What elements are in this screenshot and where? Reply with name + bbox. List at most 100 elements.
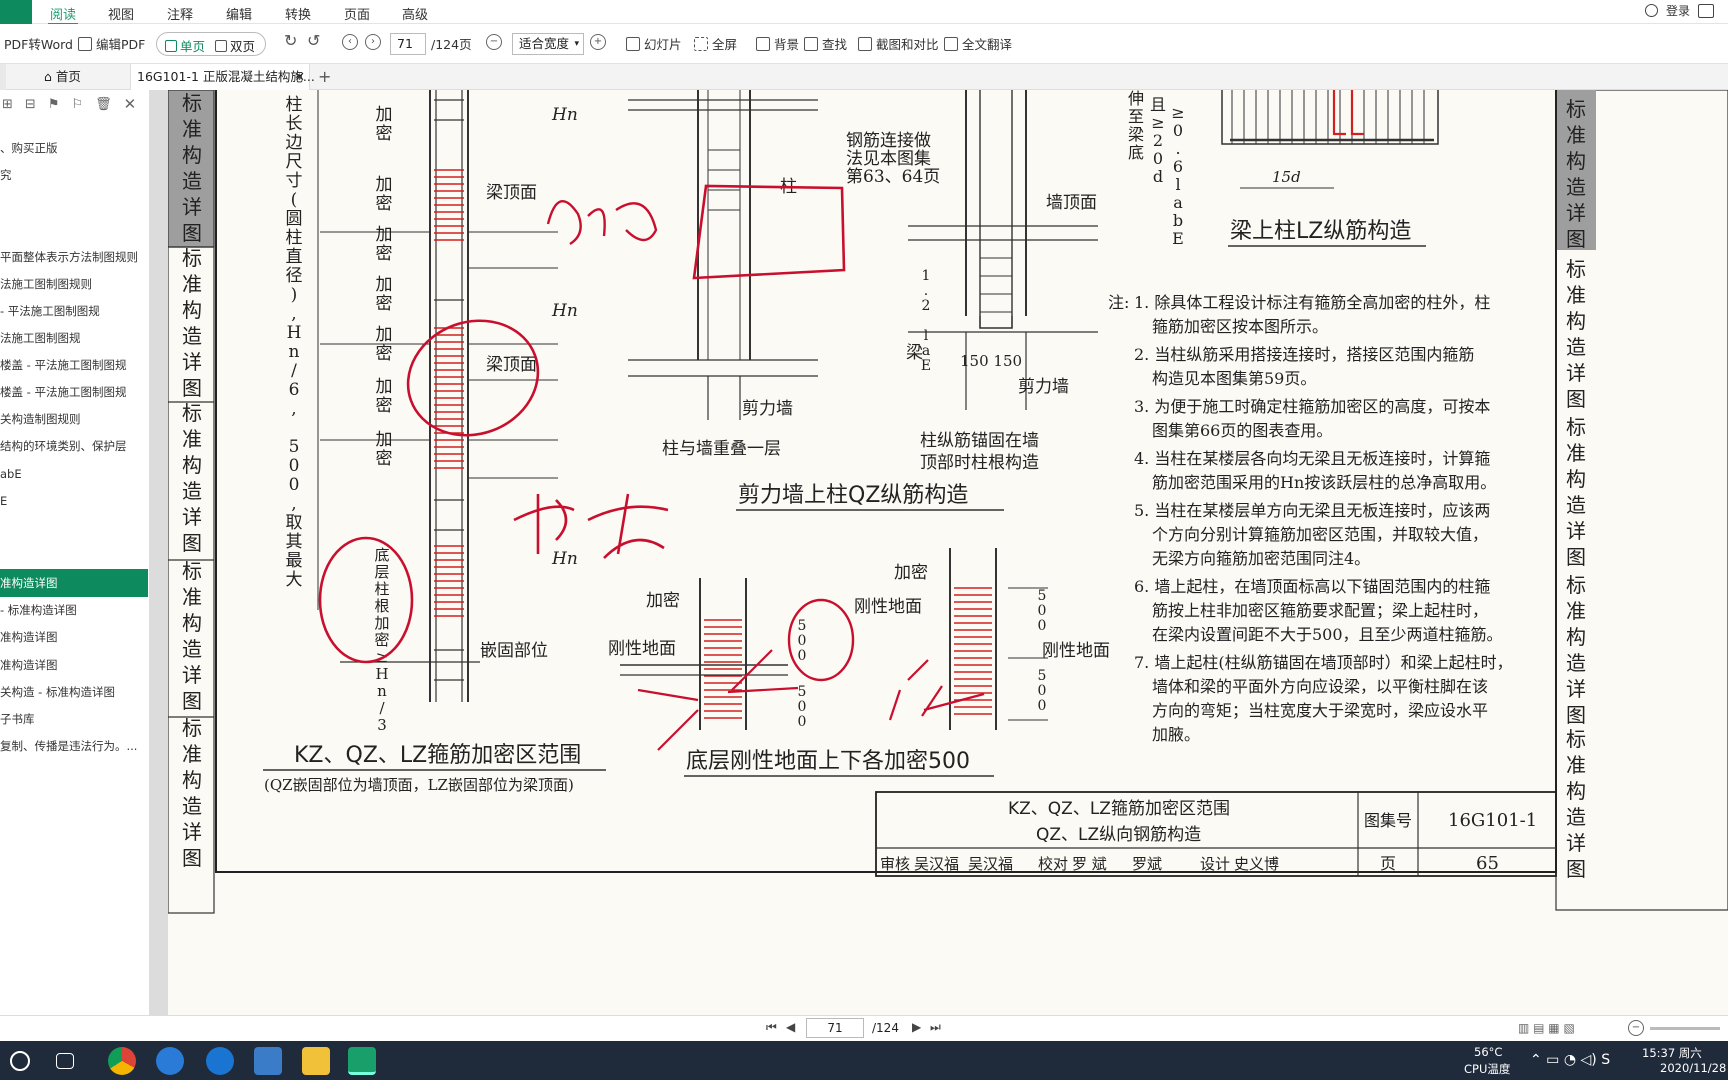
toc-item[interactable]: - 标准构造详图: [0, 596, 148, 624]
beam-top-label: 梁顶面: [486, 355, 537, 375]
login-area[interactable]: 登录: [1644, 2, 1714, 19]
toc-item[interactable]: 平面整体表示方法制图规则: [0, 243, 148, 271]
toc-item[interactable]: 、购买正版: [0, 134, 148, 162]
bookmark-add-icon[interactable]: ⚑: [48, 97, 60, 112]
prev-page-icon[interactable]: ◀: [786, 1020, 795, 1034]
slideshow-button[interactable]: 幻灯片: [626, 34, 682, 53]
zoom-in-button[interactable]: +: [590, 34, 606, 50]
vertical-char: 图: [182, 846, 202, 870]
minimize-icon[interactable]: [1698, 3, 1714, 18]
vertical-char: 寸: [286, 171, 303, 191]
toc-item[interactable]: 结构的环境类别、保护层: [0, 432, 148, 460]
collapse-icon[interactable]: ⊟: [25, 97, 36, 112]
toc-item[interactable]: 法施工图制图规则: [0, 270, 148, 298]
note-line: 在梁内设置间距不大于500，且至少两道柱箍筋。: [1152, 625, 1503, 644]
menu-tab-advanced[interactable]: 高级: [402, 4, 428, 23]
plus-icon: +: [590, 34, 606, 50]
vertical-char: 构: [182, 298, 202, 322]
toc-item[interactable]: 关构造制图规则: [0, 405, 148, 433]
translate-button[interactable]: 全文翻译: [944, 34, 1012, 53]
ie-icon[interactable]: [206, 1047, 234, 1075]
menu-tab-convert[interactable]: 转换: [285, 4, 311, 23]
next-page-icon[interactable]: ▶: [912, 1020, 921, 1034]
vertical-char: .: [924, 283, 928, 299]
vertical-char: 密: [376, 124, 393, 144]
last-page-icon[interactable]: ⏭: [930, 1020, 941, 1035]
vertical-char: 底: [1128, 143, 1144, 162]
vertical-char: 造: [182, 169, 202, 193]
rotate-ccw-icon[interactable]: ↺: [307, 31, 320, 50]
toc-item[interactable]: 关构造 - 标准构造详图: [0, 678, 148, 706]
toc-item[interactable]: 准构造详图: [0, 569, 148, 597]
new-tab-button[interactable]: +: [318, 64, 331, 90]
vertical-char: 5: [1038, 668, 1047, 684]
app-menu-button[interactable]: [0, 0, 32, 24]
prev-page-button[interactable]: ‹: [342, 34, 358, 50]
chrome-icon[interactable]: [108, 1047, 136, 1075]
toc-item[interactable]: abE: [0, 460, 148, 488]
close-icon[interactable]: ✕: [295, 64, 305, 90]
compare-button[interactable]: 截图和对比: [858, 34, 939, 53]
first-page-icon[interactable]: ⏮: [766, 1020, 777, 1035]
status-page-input[interactable]: 71: [806, 1018, 864, 1038]
zoom-out-button[interactable]: −: [486, 34, 502, 50]
note-line: 墙体和梁的平面外方向应设梁，以平衡柱脚在该: [1152, 677, 1488, 696]
bookmark-icon[interactable]: ⚐: [71, 97, 83, 112]
toc-item[interactable]: 楼盖 - 平法施工图制图规: [0, 378, 148, 406]
menu-tab-view[interactable]: 视图: [108, 4, 134, 23]
file-explorer-icon[interactable]: [302, 1047, 330, 1075]
jiami-label: 加密: [376, 105, 393, 144]
notes-heading: 注:: [1108, 293, 1129, 312]
toc-item[interactable]: 准构造详图: [0, 623, 148, 651]
double-page-button[interactable]: 双页: [215, 36, 255, 55]
toc-item[interactable]: 准构造详图: [0, 651, 148, 679]
login-link[interactable]: 登录: [1666, 2, 1690, 19]
view-mode-icons[interactable]: ▥ ▤ ▦ ▧: [1518, 1021, 1575, 1035]
menu-tab-page[interactable]: 页面: [344, 4, 370, 23]
dim-15d: 15d: [1272, 168, 1301, 186]
toc-item[interactable]: 子书库: [0, 705, 148, 733]
rigid-ground-label: 刚性地面: [1042, 641, 1110, 661]
expand-icon[interactable]: ⊞: [2, 97, 13, 112]
preview-app-icon[interactable]: [254, 1047, 282, 1075]
menu-tab-read[interactable]: 阅读: [47, 4, 79, 25]
toc-item[interactable]: - 平法施工图制图规: [0, 297, 148, 325]
single-page-icon: [165, 39, 177, 52]
pdf-app-icon[interactable]: [348, 1047, 376, 1075]
toc-item[interactable]: E: [0, 487, 148, 515]
vertical-char: 准: [1566, 753, 1586, 777]
toc-item[interactable]: 究: [0, 161, 148, 189]
delete-icon[interactable]: 🗑: [95, 97, 112, 112]
page-number-input[interactable]: 71: [390, 33, 426, 55]
find-button[interactable]: 查找: [804, 34, 847, 53]
column-wall-overlap-label: 柱与墙重叠一层: [662, 439, 781, 459]
toc-item[interactable]: 复制、传播是违法行为。...: [0, 732, 148, 760]
sidebar-toggle[interactable]: [0, 64, 6, 90]
start-icon[interactable]: [10, 1051, 30, 1071]
sogou-icon[interactable]: [156, 1047, 184, 1075]
background-button[interactable]: 背景: [756, 34, 799, 53]
tray-icons[interactable]: ⌃ ▭ ◔ ◁) S: [1530, 1052, 1610, 1068]
next-page-button[interactable]: ›: [365, 34, 381, 50]
tab-home[interactable]: ⌂ 首页: [40, 64, 130, 90]
status-zoom-out[interactable]: −: [1628, 1019, 1644, 1036]
toc-item[interactable]: 楼盖 - 平法施工图制图规: [0, 351, 148, 379]
toc-item[interactable]: 法施工图制图规: [0, 324, 148, 352]
single-page-button[interactable]: 单页: [165, 36, 205, 55]
tab-document[interactable]: 16G101-1 正版混凝土结构施... ✕: [130, 64, 315, 90]
menu-tab-annotate[interactable]: 注释: [167, 4, 193, 23]
edit-pdf-button[interactable]: 编辑PDF: [78, 34, 145, 53]
rotate-cw-icon[interactable]: ↻: [284, 31, 297, 50]
task-view-icon[interactable]: [56, 1053, 74, 1069]
vertical-char: 6: [289, 380, 300, 400]
close-sidebar-icon[interactable]: ✕: [124, 95, 137, 113]
fullscreen-button[interactable]: 全屏: [694, 34, 737, 53]
vertical-char: 构: [1566, 779, 1586, 803]
note-line: 7. 墙上起柱(柱纵筋锚固在墙顶部时）和梁上起柱时，: [1134, 653, 1513, 672]
bookmark-sidebar: ⊞ ⊟ ⚑ ⚐ 🗑 ✕ 、购买正版究平面整体表示方法制图规则 法施工图制图规则 - …: [0, 90, 150, 1015]
pdf-to-word-button[interactable]: PDF转Word: [4, 34, 73, 53]
menu-tab-edit[interactable]: 编辑: [226, 4, 252, 23]
zoom-select[interactable]: 适合宽度 ▾: [512, 33, 584, 55]
vertical-char: 6: [1173, 157, 1183, 176]
zoom-slider[interactable]: [1650, 1027, 1720, 1030]
